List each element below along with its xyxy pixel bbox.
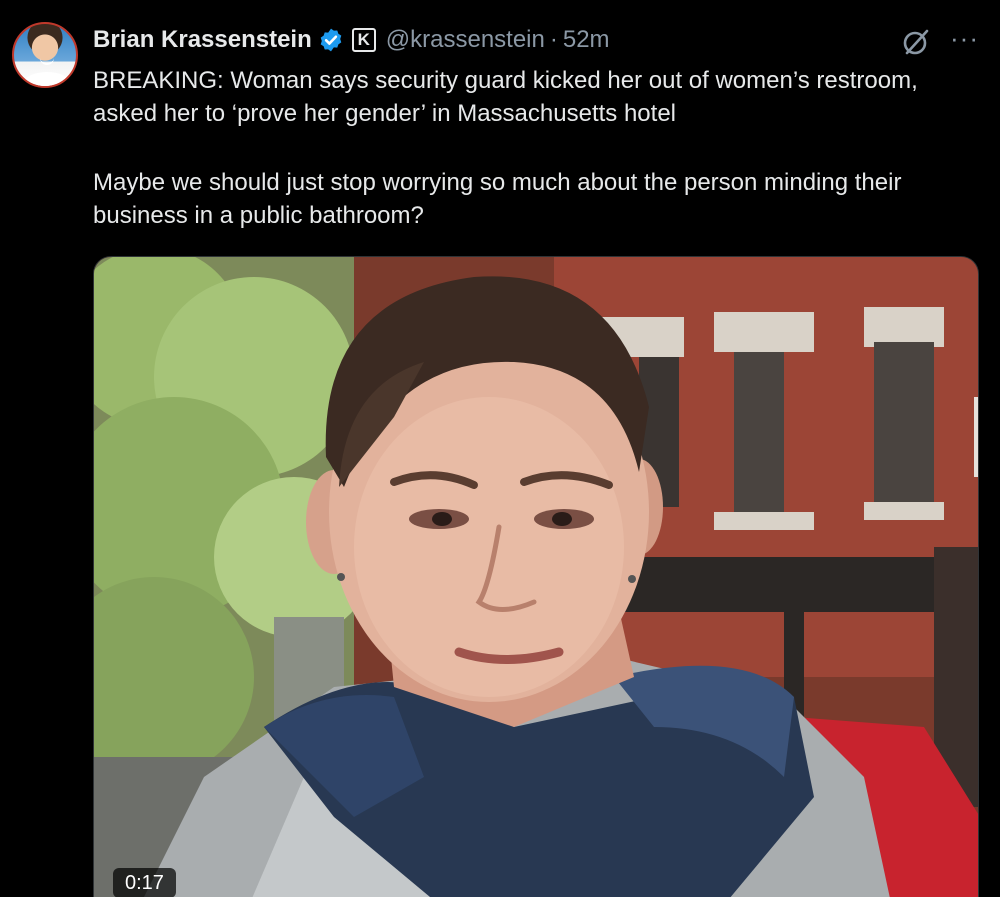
avatar-shirt	[24, 72, 70, 86]
separator-dot: ·	[549, 26, 558, 53]
more-options-icon[interactable]: ···	[950, 25, 980, 56]
tweet-header: Brian Krassenstein K @krassenstein · 52m	[93, 22, 610, 58]
author-name[interactable]: Brian Krassenstein	[93, 26, 312, 54]
video-duration-badge: 0:17	[113, 868, 176, 897]
avatar[interactable]	[12, 22, 78, 88]
video-player[interactable]	[93, 256, 979, 897]
video-frame	[94, 257, 978, 897]
verified-badge-icon[interactable]	[318, 27, 344, 53]
avatar-smile	[40, 58, 54, 65]
tweet-paragraph-1: BREAKING: Woman says security guard kick…	[93, 67, 918, 127]
tweet: Brian Krassenstein K @krassenstein · 52m…	[0, 0, 1000, 897]
grok-icon[interactable]	[900, 26, 932, 58]
tweet-paragraph-2: Maybe we should just stop worrying so mu…	[93, 169, 902, 229]
timestamp[interactable]: 52m	[563, 26, 610, 54]
author-handle[interactable]: @krassenstein	[386, 26, 545, 54]
affiliation-k-icon[interactable]: K	[351, 28, 376, 52]
tweet-text: BREAKING: Woman says security guard kick…	[93, 64, 973, 232]
